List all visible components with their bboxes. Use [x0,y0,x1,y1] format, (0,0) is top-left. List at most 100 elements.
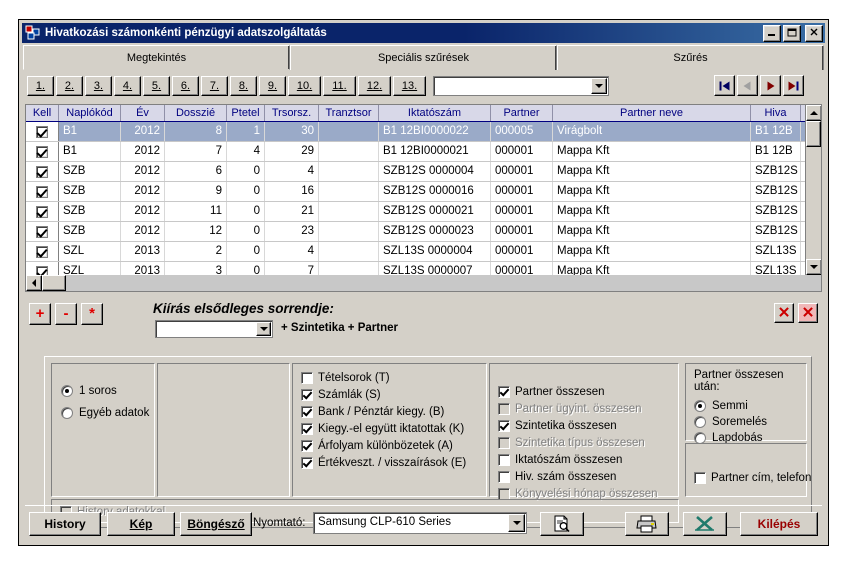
vertical-scroll-thumb[interactable] [806,121,821,147]
checkbox-indicator[interactable] [36,225,48,238]
grid-vertical-scrollbar[interactable] [805,105,821,275]
grid-header-trsorsz[interactable]: Trsorsz. [265,105,319,121]
checkbox-indicator[interactable] [36,185,48,198]
remove-row-button[interactable]: - [55,303,77,325]
checkbox-doctype-3[interactable]: Kiegy.-el együtt iktatottak (K) [301,421,466,437]
excel-export-button[interactable] [683,512,727,536]
tab-megtekintes[interactable]: Megtekintés [23,45,290,70]
row-checkbox-cell[interactable] [26,142,59,161]
cancel-order-button[interactable]: ✕ [798,303,818,323]
horizontal-scroll-thumb[interactable] [42,275,66,291]
table-row[interactable]: SZB 2012 9 0 16 SZB12S 0000016 000001 Mappa Kft… [26,182,821,202]
table-row[interactable]: B1 2012 7 4 29 B1 12BI0000021 000001 Mappa Kft B… [26,142,821,162]
print-preview-button[interactable] [540,512,584,536]
checkbox-indicator[interactable] [36,245,48,258]
row-checkbox-cell[interactable] [26,122,59,141]
chevron-down-icon[interactable] [591,78,607,94]
checkbox-indicator[interactable] [36,165,48,178]
number-button-3[interactable]: 3. [85,76,112,96]
chevron-down-icon[interactable] [508,514,525,532]
grid-header-ptetel[interactable]: Ptetel [227,105,265,121]
number-button-8[interactable]: 8. [230,76,257,96]
tab-szures[interactable]: Szűrés [557,45,824,70]
grid-header-iktat-sz-m[interactable]: Iktatószám [379,105,491,121]
filter-combo[interactable] [433,76,609,96]
table-row[interactable]: SZB 2012 12 0 23 SZB12S 0000023 000001 Mappa Kf… [26,222,821,242]
nav-prev-button[interactable] [737,75,758,96]
grid-body[interactable]: B1 2012 8 1 30 B1 12BI0000022 000005 Virágbolt B… [26,122,821,282]
checkbox-total-5[interactable]: Hiv. szám összesen [498,469,658,485]
data-grid[interactable]: Kell Naplókód Év Dosszié Ptetel Trsorsz. Tranz… [25,104,822,292]
scroll-left-button[interactable] [26,275,42,291]
nav-next-button[interactable] [760,75,781,96]
radio-semmi[interactable]: Semmi [694,398,806,413]
close-button[interactable] [805,24,823,42]
number-button-6[interactable]: 6. [172,76,199,96]
checkbox-total-4[interactable]: Iktatószám összesen [498,452,658,468]
nav-last-button[interactable] [783,75,804,96]
maximize-button[interactable] [783,24,801,42]
checkbox-label: Tételsorok (T) [318,372,390,384]
number-button-11[interactable]: 11. [323,76,356,96]
grid-header-napl-k-d[interactable]: Naplókód [59,105,121,121]
add-row-button[interactable]: + [29,303,51,325]
number-button-10[interactable]: 10. [288,76,321,96]
grid-header-tranztsor[interactable]: Tranztsor [319,105,379,121]
checkbox-partner-cim-telefon[interactable]: Partner cím, telefon [694,470,811,486]
number-button-12[interactable]: 12. [358,76,391,96]
row-checkbox-cell[interactable] [26,162,59,181]
grid-header-partner[interactable]: Partner [491,105,553,121]
grid-header-kell[interactable]: Kell [26,105,59,121]
grid-header-dosszi[interactable]: Dosszié [165,105,227,121]
table-row[interactable]: B1 2012 8 1 30 B1 12BI0000022 000005 Virágbolt B… [26,122,821,142]
exit-button[interactable]: Kilépés [740,512,818,536]
radio-egyeb-adatok[interactable]: Egyéb adatok [61,404,149,422]
grid-header-v[interactable]: Év [121,105,165,121]
kep-button[interactable]: Kép [107,512,175,536]
radio-1-soros[interactable]: 1 soros [61,382,149,400]
checkbox-doctype-5[interactable]: Értékveszt. / visszaírások (E) [301,455,466,471]
checkbox-indicator[interactable] [36,205,48,218]
number-button-1[interactable]: 1. [27,76,54,96]
print-button[interactable] [625,512,669,536]
checkbox-doctype-2[interactable]: Bank / Pénztár kiegy. (B) [301,404,466,420]
nav-first-button[interactable] [714,75,735,96]
scroll-up-button[interactable] [806,105,821,121]
row-checkbox-cell[interactable] [26,242,59,261]
number-button-5[interactable]: 5. [143,76,170,96]
star-button[interactable]: * [81,303,103,325]
cell-ev: 2012 [121,142,165,161]
checkbox-doctype-1[interactable]: Számlák (S) [301,387,466,403]
row-checkbox-cell[interactable] [26,222,59,241]
chevron-down-icon[interactable] [256,322,271,336]
checkbox-total-2[interactable]: Szintetika összesen [498,418,658,434]
number-button-9[interactable]: 9. [259,76,286,96]
radio-soremeles[interactable]: Soremelés [694,414,806,429]
number-button-4[interactable]: 4. [114,76,141,96]
printer-combo[interactable]: Samsung CLP-610 Series [313,512,527,534]
table-row[interactable]: SZB 2012 6 0 4 SZB12S 0000004 000001 Mappa Kft S… [26,162,821,182]
table-row[interactable]: SZL 2013 2 0 4 SZL13S 0000004 000001 Mappa Kft S… [26,242,821,262]
row-checkbox-cell[interactable] [26,182,59,201]
grid-horizontal-scrollbar[interactable] [26,275,821,291]
number-button-7[interactable]: 7. [201,76,228,96]
checkbox-indicator[interactable] [36,145,48,158]
grid-header-partner-neve[interactable]: Partner neve [553,105,751,121]
table-row[interactable]: SZB 2012 11 0 21 SZB12S 0000021 000001 Mappa Kf… [26,202,821,222]
checkbox-total-0[interactable]: Partner összesen [498,384,658,400]
checkbox-doctype-4[interactable]: Árfolyam különbözetek (A) [301,438,466,454]
number-button-2[interactable]: 2. [56,76,83,96]
tab-specialis-szuresek[interactable]: Speciális szűrések [290,45,557,70]
grid-header-hiva[interactable]: Hiva [751,105,801,121]
checkbox-doctype-0[interactable]: Tételsorok (T) [301,370,466,386]
bongeszo-button[interactable]: Böngésző [180,512,252,536]
order-combo[interactable] [155,320,273,338]
minimize-button[interactable] [763,24,781,42]
row-checkbox-cell[interactable] [26,202,59,221]
history-button[interactable]: History [29,512,101,536]
checkbox-indicator[interactable] [36,125,48,138]
number-button-13[interactable]: 13. [393,76,426,96]
clear-order-button[interactable]: ✕ [774,303,794,323]
scroll-down-button[interactable] [806,259,821,275]
cell-partner-neve: Mappa Kft [553,182,751,201]
